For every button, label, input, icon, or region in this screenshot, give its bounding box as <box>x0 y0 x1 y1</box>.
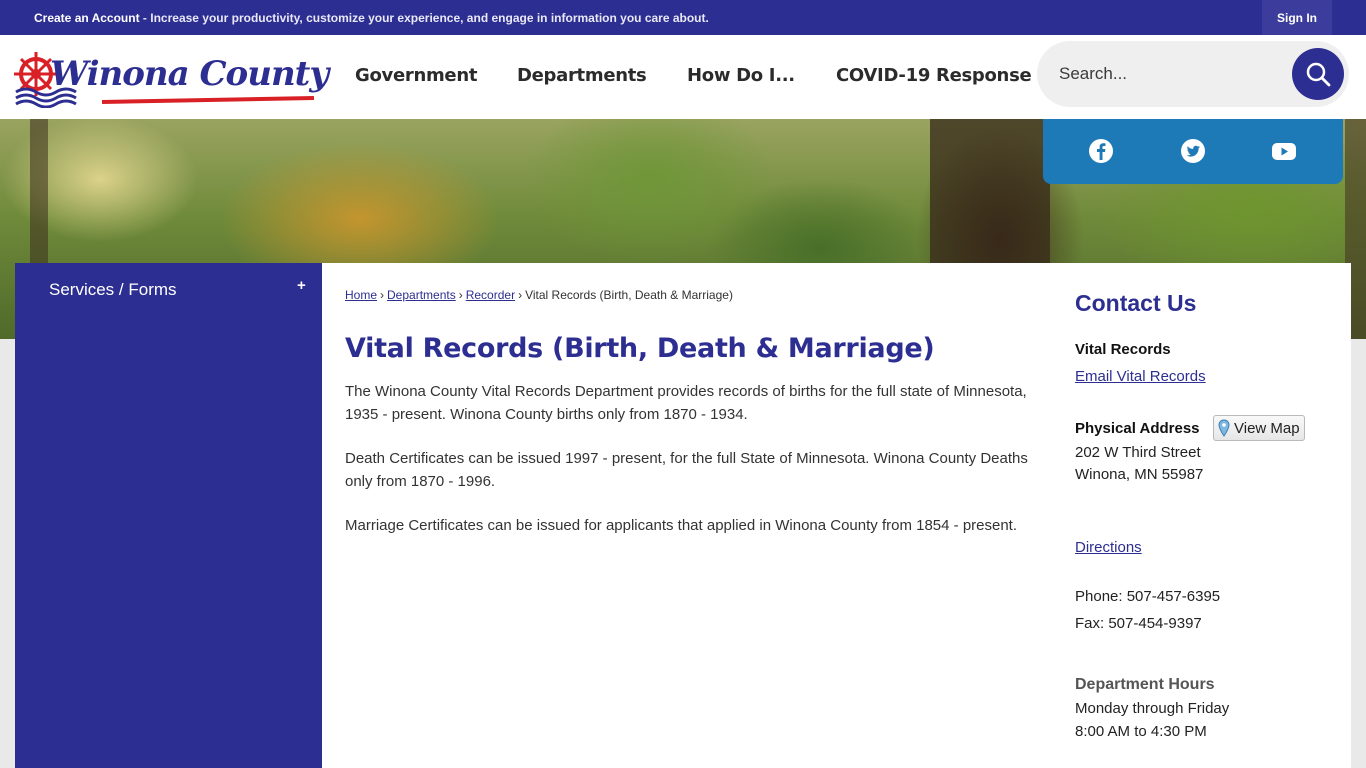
paragraph-births: The Winona County Vital Records Departme… <box>345 383 1027 423</box>
sidebar: Services / Forms + <box>15 263 322 768</box>
hours-days: Monday through Friday <box>1075 700 1230 717</box>
create-account-banner[interactable]: Create an Account - Increase your produc… <box>34 11 709 25</box>
map-pin-icon <box>1218 419 1230 437</box>
facebook-link[interactable] <box>1088 138 1114 164</box>
twitter-icon <box>1181 139 1205 163</box>
sign-in-button[interactable]: Sign In <box>1262 0 1332 35</box>
search-input[interactable] <box>1059 61 1279 87</box>
top-bar: Create an Account - Increase your produc… <box>0 0 1366 35</box>
create-account-link[interactable]: Create an Account <box>34 11 140 25</box>
page-title: Vital Records (Birth, Death & Marriage) <box>345 333 935 364</box>
social-media-bar <box>1043 119 1343 184</box>
facebook-icon <box>1089 139 1113 163</box>
fax-number: Fax: 507-454-9397 <box>1075 615 1202 632</box>
contact-us-panel: Contact Us Vital Records Email Vital Rec… <box>1075 263 1335 768</box>
paragraph-deaths: Death Certificates can be issued 1997 - … <box>345 450 1028 490</box>
nav-departments[interactable]: Departments <box>517 65 647 86</box>
breadcrumb-recorder[interactable]: Recorder <box>466 288 515 302</box>
breadcrumb-separator: › <box>518 288 523 302</box>
hours-time: 8:00 AM to 4:30 PM <box>1075 723 1207 740</box>
view-map-label: View Map <box>1234 419 1300 437</box>
physical-address-label: Physical Address <box>1075 420 1200 437</box>
address-line-2: Winona, MN 55987 <box>1075 466 1204 483</box>
winona-county-logo[interactable]: Winona County <box>14 48 329 108</box>
expand-toggle-icon[interactable]: + <box>297 277 306 294</box>
search-box <box>1037 41 1349 107</box>
email-vital-records-link[interactable]: Email Vital Records <box>1075 368 1206 385</box>
address-line-1: 202 W Third Street <box>1075 444 1201 461</box>
search-button[interactable] <box>1292 48 1344 100</box>
create-account-description: - Increase your productivity, customize … <box>139 11 709 25</box>
sidebar-item-services-forms[interactable]: Services / Forms <box>49 280 177 300</box>
contact-department: Vital Records <box>1075 341 1171 358</box>
breadcrumb-current: Vital Records (Birth, Death & Marriage) <box>525 288 733 302</box>
site-header: Winona County Government Departments How… <box>0 35 1366 119</box>
view-map-button[interactable]: View Map <box>1213 415 1305 441</box>
breadcrumb: Home › Departments › Recorder › Vital Records … <box>345 288 733 302</box>
main-content: Home › Departments › Recorder › Vital Records … <box>322 263 1351 768</box>
nav-covid-19-response[interactable]: COVID-19 Response <box>836 65 1032 86</box>
search-icon <box>1306 62 1331 87</box>
contact-heading: Contact Us <box>1075 290 1197 316</box>
nav-how-do-i[interactable]: How Do I... <box>687 65 795 86</box>
directions-link[interactable]: Directions <box>1075 539 1142 556</box>
nav-government[interactable]: Government <box>355 65 477 86</box>
department-hours-label: Department Hours <box>1075 676 1215 693</box>
breadcrumb-departments[interactable]: Departments <box>387 288 456 302</box>
phone-number: Phone: 507-457-6395 <box>1075 588 1221 605</box>
logo-text: Winona County <box>50 54 329 94</box>
breadcrumb-separator: › <box>380 288 385 302</box>
youtube-icon <box>1272 143 1296 160</box>
twitter-link[interactable] <box>1180 138 1206 164</box>
paragraph-marriage: Marriage Certificates can be issued for … <box>345 517 1018 534</box>
breadcrumb-separator: › <box>458 288 463 302</box>
breadcrumb-home[interactable]: Home <box>345 288 377 302</box>
youtube-link[interactable] <box>1271 138 1297 164</box>
